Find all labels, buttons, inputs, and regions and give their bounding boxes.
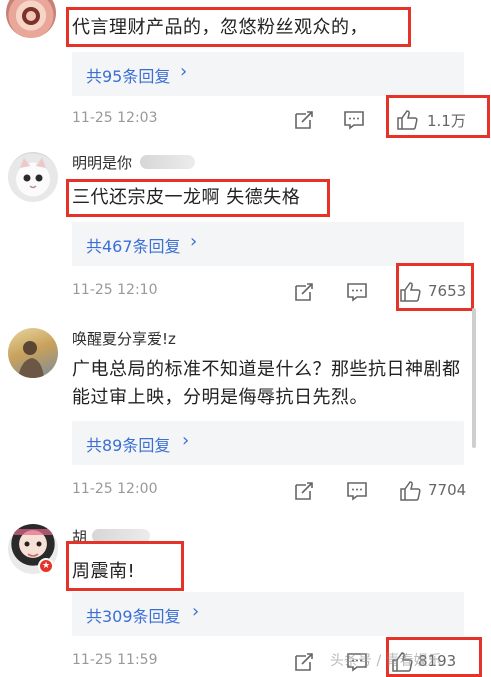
- comment-time: 11-25 12:00: [72, 481, 158, 497]
- replies-label: 共89条回复: [86, 436, 171, 455]
- comment-text: 广电总局的标准不知道是什么？那些抗日神剧都能过审上映，分明是侮辱抗日先烈。: [72, 359, 461, 408]
- avatar-face-icon: [22, 7, 40, 25]
- comment-icon[interactable]: [345, 479, 369, 503]
- highlight-box: [66, 7, 411, 47]
- comment-icon[interactable]: [342, 108, 366, 132]
- avatar[interactable]: [8, 328, 58, 378]
- watermark: 头条号 / 青春娱乐: [330, 653, 442, 669]
- replies-link[interactable]: 共89条回复 ›: [72, 421, 464, 465]
- scrollbar[interactable]: [472, 308, 476, 448]
- cat-face-icon: [19, 156, 47, 189]
- highlight-box: [396, 263, 474, 311]
- highlight-box: [66, 541, 184, 591]
- comment-time: 11-25 12:10: [72, 282, 158, 298]
- chevron-right-icon: ›: [192, 601, 200, 622]
- replies-label: 共467条回复: [86, 237, 181, 256]
- highlight-box: [66, 179, 330, 217]
- comment-time: 11-25 11:59: [72, 652, 158, 668]
- replies-label: 共95条回复: [86, 67, 171, 86]
- comment-icon[interactable]: [345, 280, 369, 304]
- avatar[interactable]: [8, 152, 58, 202]
- chevron-right-icon: ›: [182, 430, 190, 451]
- repost-icon[interactable]: [292, 650, 316, 674]
- username-blur: [140, 155, 195, 169]
- repost-icon[interactable]: [292, 108, 316, 132]
- comment-meta: 11-25 12:00 7704: [72, 479, 482, 503]
- replies-label: 共309条回复: [86, 607, 181, 626]
- chevron-right-icon: ›: [190, 231, 198, 252]
- username[interactable]: 明明是你: [72, 152, 132, 173]
- replies-link[interactable]: 共95条回复 ›: [72, 52, 464, 96]
- verified-badge-icon: ★: [38, 558, 54, 574]
- repost-icon[interactable]: [292, 479, 316, 503]
- avatar[interactable]: [6, 0, 56, 38]
- username[interactable]: 唤醒夏分享爱!z: [72, 328, 176, 349]
- replies-link[interactable]: 共309条回复 ›: [72, 592, 464, 636]
- chevron-right-icon: ›: [180, 61, 188, 82]
- highlight-box: [386, 95, 490, 138]
- thumbs-up-icon[interactable]: [398, 479, 422, 503]
- person-silhouette-icon: [18, 341, 44, 378]
- replies-link[interactable]: 共467条回复 ›: [72, 222, 464, 266]
- like-count: 7704: [428, 481, 467, 499]
- repost-icon[interactable]: [292, 280, 316, 304]
- comment-time: 11-25 12:03: [72, 110, 158, 126]
